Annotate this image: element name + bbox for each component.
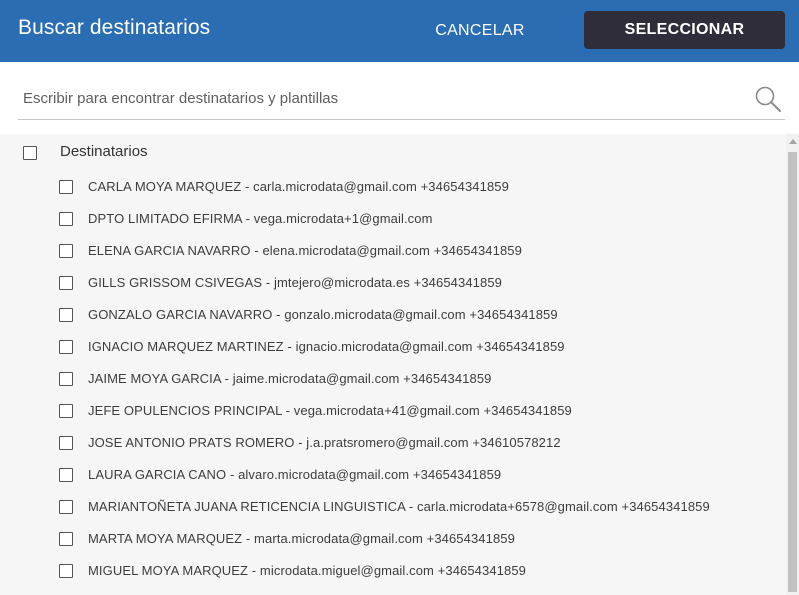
recipient-label: MARIANTOÑETA JUANA RETICENCIA LINGUISTIC… bbox=[88, 499, 710, 514]
recipient-row[interactable]: IGNACIO MARQUEZ MARTINEZ - ignacio.micro… bbox=[0, 331, 786, 363]
recipient-row[interactable]: MARTA MOYA MARQUEZ - marta.microdata@gma… bbox=[0, 523, 786, 555]
recipient-checkbox[interactable] bbox=[59, 404, 73, 418]
scrollbar[interactable] bbox=[786, 134, 799, 595]
recipient-label: MIGUEL MOYA MARQUEZ - microdata.miguel@g… bbox=[88, 563, 526, 578]
recipient-checkbox[interactable] bbox=[59, 468, 73, 482]
recipient-label: JOSE ANTONIO PRATS ROMERO - j.a.pratsrom… bbox=[88, 435, 561, 450]
search-input[interactable] bbox=[18, 79, 743, 117]
select-button[interactable]: SELECCIONAR bbox=[584, 11, 785, 49]
recipient-row[interactable]: MIGUEL MOYA MARQUEZ - microdata.miguel@g… bbox=[0, 555, 786, 587]
recipient-row[interactable]: GONZALO GARCIA NAVARRO - gonzalo.microda… bbox=[0, 299, 786, 331]
recipient-row[interactable]: JEFE OPULENCIOS PRINCIPAL - vega.microda… bbox=[0, 395, 786, 427]
select-all-checkbox[interactable] bbox=[23, 146, 37, 160]
recipient-label: MARTA MOYA MARQUEZ - marta.microdata@gma… bbox=[88, 531, 515, 546]
recipient-row[interactable]: GILLS GRISSOM CSIVEGAS - jmtejero@microd… bbox=[0, 267, 786, 299]
recipient-checkbox[interactable] bbox=[59, 308, 73, 322]
recipient-row[interactable]: JAIME MOYA GARCIA - jaime.microdata@gmai… bbox=[0, 363, 786, 395]
recipient-label: JEFE OPULENCIOS PRINCIPAL - vega.microda… bbox=[88, 403, 572, 418]
dialog-header: Buscar destinatarios CANCELAR SELECCIONA… bbox=[0, 0, 799, 62]
recipient-row[interactable]: CARLA MOYA MARQUEZ - carla.microdata@gma… bbox=[0, 171, 786, 203]
recipient-label: LAURA GARCIA CANO - alvaro.microdata@gma… bbox=[88, 467, 502, 482]
recipient-checkbox[interactable] bbox=[59, 244, 73, 258]
recipient-row[interactable]: JOSE ANTONIO PRATS ROMERO - j.a.pratsrom… bbox=[0, 427, 786, 459]
recipient-label: IGNACIO MARQUEZ MARTINEZ - ignacio.micro… bbox=[88, 339, 565, 354]
recipient-label: ELENA GARCIA NAVARRO - elena.microdata@g… bbox=[88, 243, 522, 258]
scroll-up-arrow-icon[interactable] bbox=[789, 139, 797, 144]
scroll-thumb[interactable] bbox=[788, 152, 797, 592]
recipient-row[interactable]: ELENA GARCIA NAVARRO - elena.microdata@g… bbox=[0, 235, 786, 267]
recipient-checkbox[interactable] bbox=[59, 180, 73, 194]
recipient-list: Destinatarios CARLA MOYA MARQUEZ - carla… bbox=[0, 134, 786, 595]
recipient-label: DPTO LIMITADO EFIRMA - vega.microdata+1@… bbox=[88, 211, 433, 226]
recipient-label: GONZALO GARCIA NAVARRO - gonzalo.microda… bbox=[88, 307, 558, 322]
recipient-checkbox[interactable] bbox=[59, 276, 73, 290]
recipient-checkbox[interactable] bbox=[59, 532, 73, 546]
recipient-checkbox[interactable] bbox=[59, 564, 73, 578]
cancel-button[interactable]: CANCELAR bbox=[424, 12, 536, 49]
recipient-label: GILLS GRISSOM CSIVEGAS - jmtejero@microd… bbox=[88, 275, 502, 290]
recipient-checkbox[interactable] bbox=[59, 340, 73, 354]
group-header-recipients: Destinatarios bbox=[0, 134, 786, 168]
recipient-label: CARLA MOYA MARQUEZ - carla.microdata@gma… bbox=[88, 179, 509, 194]
recipient-row[interactable]: MARIANTOÑETA JUANA RETICENCIA LINGUISTIC… bbox=[0, 491, 786, 523]
recipient-checkbox[interactable] bbox=[59, 372, 73, 386]
dialog-title: Buscar destinatarios bbox=[18, 16, 211, 39]
recipient-checkbox[interactable] bbox=[59, 500, 73, 514]
recipient-search-dialog: Buscar destinatarios CANCELAR SELECCIONA… bbox=[0, 0, 799, 595]
group-label: Destinatarios bbox=[60, 143, 148, 160]
search-icon[interactable] bbox=[754, 85, 782, 113]
recipient-checkbox[interactable] bbox=[59, 212, 73, 226]
recipient-label: JAIME MOYA GARCIA - jaime.microdata@gmai… bbox=[88, 371, 492, 386]
recipient-row[interactable]: DPTO LIMITADO EFIRMA - vega.microdata+1@… bbox=[0, 203, 786, 235]
recipient-row[interactable]: LAURA GARCIA CANO - alvaro.microdata@gma… bbox=[0, 459, 786, 491]
recipient-checkbox[interactable] bbox=[59, 436, 73, 450]
search-bar bbox=[18, 79, 785, 120]
